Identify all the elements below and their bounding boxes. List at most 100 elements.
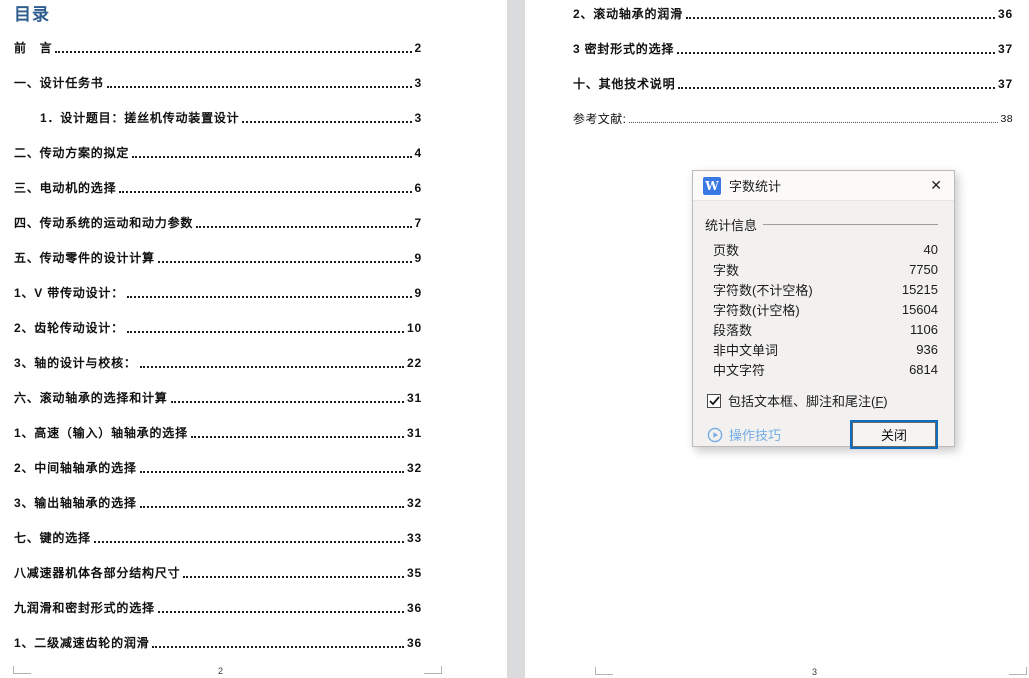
- toc-entry-page: 4: [414, 146, 422, 160]
- dialog-footer: 操作技巧 关闭: [705, 420, 938, 449]
- toc-entry-page: 3: [414, 76, 422, 90]
- checkbox-label-text: ): [883, 394, 888, 409]
- toc-entry-label: 八减速器机体各部分结构尺寸: [14, 566, 181, 580]
- toc-entry-label: 五、传动零件的设计计算: [14, 251, 155, 265]
- toc-right-entries: 2、滚动轴承的润滑 36 3 密封形式的选择 37 十、其他技术说明 37 参考文献: 38: [573, 8, 1013, 126]
- margin-corner-mark: [595, 667, 613, 675]
- page-number-footer: 3: [812, 667, 818, 677]
- toc-entry-label: 3 密封形式的选择: [573, 42, 675, 56]
- toc-entry[interactable]: 五、传动零件的设计计算 9: [14, 252, 422, 265]
- stat-value: 6814: [909, 361, 938, 377]
- dot-leader: [127, 296, 412, 298]
- stat-row: 字符数(不计空格) 15215: [713, 279, 938, 299]
- margin-corner-mark: [13, 666, 31, 674]
- toc-entry-label: 1、二级减速齿轮的润滑: [14, 636, 150, 650]
- toc-entry-label: 前 言: [14, 41, 53, 55]
- tips-link[interactable]: 操作技巧: [707, 425, 781, 444]
- dot-leader: [170, 401, 405, 403]
- close-icon[interactable]: ✕: [928, 177, 944, 194]
- toc-entry-page: 32: [407, 496, 422, 510]
- include-textbox-footnote-checkbox[interactable]: 包括文本框、脚注和尾注(F): [705, 391, 938, 410]
- dialog-titlebar[interactable]: W 字数统计 ✕: [693, 171, 954, 201]
- toc-entry[interactable]: 一、设计任务书 3: [14, 77, 422, 90]
- dot-leader: [139, 366, 405, 368]
- document-page-left[interactable]: 目录 前 言 2 一、设计任务书 3 1．设计题目：搓丝机传动装置设计 3 二、传动方案的拟…: [0, 0, 507, 678]
- stat-label: 非中文单词: [713, 342, 779, 358]
- toc-entry[interactable]: 四、传动系统的运动和动力参数 7: [14, 217, 422, 230]
- toc-entry[interactable]: 1．设计题目：搓丝机传动装置设计 3: [14, 112, 422, 125]
- toc-entry[interactable]: 3、输出轴轴承的选择 32: [14, 497, 422, 510]
- toc-entry[interactable]: 三、电动机的选择 6: [14, 182, 422, 195]
- toc-entry-label: 2、齿轮传动设计：: [14, 321, 124, 335]
- toc-entry[interactable]: 前 言 2: [14, 42, 422, 55]
- toc-entry-page: 32: [407, 461, 422, 475]
- toc-entry[interactable]: 2、中间轴轴承的选择 32: [14, 462, 422, 475]
- toc-entry[interactable]: 六、滚动轴承的选择和计算 31: [14, 392, 422, 405]
- toc-entry-page: 3: [414, 111, 422, 125]
- tips-link-label: 操作技巧: [729, 428, 782, 443]
- toc-entry-label: 一、设计任务书: [14, 76, 104, 90]
- stat-label: 段落数: [713, 322, 753, 338]
- toc-entry[interactable]: 1、高速（输入）轴轴承的选择 31: [14, 427, 422, 440]
- checkmark-icon: [708, 395, 720, 405]
- page-number-footer: 2: [218, 666, 224, 676]
- toc-entry[interactable]: 九润滑和密封形式的选择 36: [14, 602, 422, 615]
- dot-leader: [106, 86, 412, 88]
- toc-entry-label: 七、键的选择: [14, 531, 91, 545]
- toc-entry[interactable]: 1、V 带传动设计： 9: [14, 287, 422, 300]
- stat-label: 页数: [713, 242, 740, 258]
- toc-entry[interactable]: 七、键的选择 33: [14, 532, 422, 545]
- toc-entry-label: 3、输出轴轴承的选择: [14, 496, 137, 510]
- toc-entry[interactable]: 2、齿轮传动设计： 10: [14, 322, 422, 335]
- stats-list: 页数 40 字数 7750 字符数(不计空格) 15215 字符数(计空格) 15604 段落数…: [705, 239, 938, 379]
- toc-entry[interactable]: 八减速器机体各部分结构尺寸 35: [14, 567, 422, 580]
- stat-row: 字符数(计空格) 15604: [713, 299, 938, 319]
- toc-entry[interactable]: 二、传动方案的拟定 4: [14, 147, 422, 160]
- toc-entry-label: 2、中间轴轴承的选择: [14, 461, 137, 475]
- dot-leader: [678, 87, 996, 89]
- toc-entry-page: 10: [407, 321, 422, 335]
- toc-left-column: 目录 前 言 2 一、设计任务书 3 1．设计题目：搓丝机传动装置设计 3 二、传动方案的拟…: [14, 0, 422, 650]
- dot-leader: [685, 17, 996, 19]
- wps-writer-icon: W: [703, 176, 721, 195]
- toc-entry[interactable]: 十、其他技术说明 37: [573, 78, 1013, 91]
- toc-entry-label: 六、滚动轴承的选择和计算: [14, 391, 168, 405]
- toc-entry[interactable]: 3、轴的设计与校核： 22: [14, 357, 422, 370]
- checkbox-label-text: 包括文本框、脚注和尾注(: [728, 394, 876, 409]
- toc-heading: 目录: [14, 5, 50, 24]
- dot-leader: [93, 541, 405, 543]
- dot-leader: [119, 191, 412, 193]
- toc-entry-page: 33: [407, 531, 422, 545]
- stat-row: 字数 7750: [713, 259, 938, 279]
- toc-entry-page: 31: [407, 391, 422, 405]
- stat-value: 1106: [910, 321, 938, 337]
- toc-entry-page: 9: [414, 251, 422, 265]
- toc-entry-page: 35: [407, 566, 422, 580]
- dot-leader: [132, 156, 412, 158]
- stat-label: 中文字符: [713, 362, 766, 378]
- toc-entry-label: 二、传动方案的拟定: [14, 146, 130, 160]
- checkbox-label: 包括文本框、脚注和尾注(F): [728, 391, 888, 410]
- toc-entry-label: 参考文献:: [573, 112, 627, 126]
- dot-leader: [183, 576, 405, 578]
- stat-value: 40: [923, 241, 938, 257]
- toc-entry-label: 十、其他技术说明: [573, 77, 676, 91]
- toc-entry-page: 36: [407, 601, 422, 615]
- stat-row: 非中文单词 936: [713, 339, 938, 359]
- close-button[interactable]: 关闭: [850, 420, 938, 449]
- stat-value: 7750: [909, 261, 938, 277]
- toc-entry-page: 36: [998, 7, 1013, 21]
- checkbox-icon[interactable]: [707, 393, 721, 408]
- stats-section: 统计信息: [705, 215, 938, 234]
- toc-entry[interactable]: 1、二级减速齿轮的润滑 36: [14, 637, 422, 650]
- toc-entry-label: 1、V 带传动设计：: [14, 286, 125, 300]
- toc-entry[interactable]: 2、滚动轴承的润滑 36: [573, 8, 1013, 21]
- toc-entry-page: 22: [407, 356, 422, 370]
- dot-leader: [629, 122, 998, 123]
- dialog-title: 字数统计: [729, 179, 782, 194]
- play-circle-icon: [707, 427, 723, 442]
- toc-entry[interactable]: 参考文献: 38: [573, 113, 1013, 126]
- toc-entry-label: 3、轴的设计与校核：: [14, 356, 137, 370]
- toc-entry[interactable]: 3 密封形式的选择 37: [573, 43, 1013, 56]
- toc-entry-label: 2、滚动轴承的润滑: [573, 7, 683, 21]
